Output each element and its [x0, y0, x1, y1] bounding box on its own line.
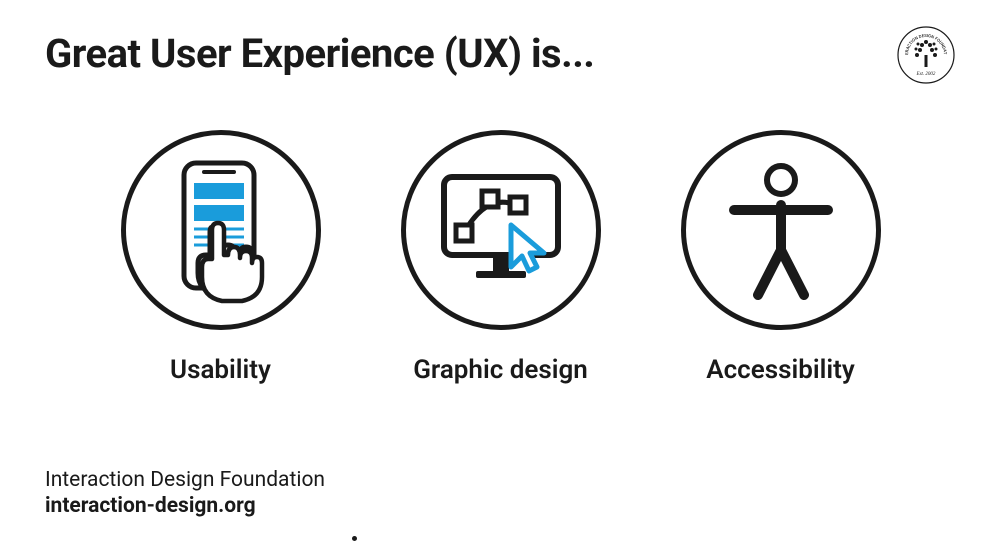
pagination-dot — [352, 536, 357, 541]
footer-org-name: Interaction Design Foundation — [45, 468, 325, 492]
idf-logo: INTERACTION DESIGN FOUNDATION Est. 2002 — [896, 25, 956, 85]
circle-graphic-design — [401, 130, 601, 330]
phone-touch-icon — [156, 155, 286, 305]
card-usability: Usability — [121, 130, 321, 385]
cards-row: Usability Graphic design — [0, 130, 1001, 385]
circle-accessibility — [681, 130, 881, 330]
card-label-graphic-design: Graphic design — [413, 355, 588, 385]
person-icon — [716, 155, 846, 305]
card-label-accessibility: Accessibility — [706, 355, 854, 385]
footer-url: interaction-design.org — [45, 494, 325, 518]
footer: Interaction Design Foundation interactio… — [45, 468, 325, 518]
card-accessibility: Accessibility — [681, 130, 881, 385]
monitor-cursor-icon — [426, 155, 576, 305]
svg-text:Est. 2002: Est. 2002 — [916, 72, 936, 77]
circle-usability — [121, 130, 321, 330]
card-graphic-design: Graphic design — [401, 130, 601, 385]
card-label-usability: Usability — [170, 355, 271, 385]
page-title: Great User Experience (UX) is... — [45, 30, 594, 77]
